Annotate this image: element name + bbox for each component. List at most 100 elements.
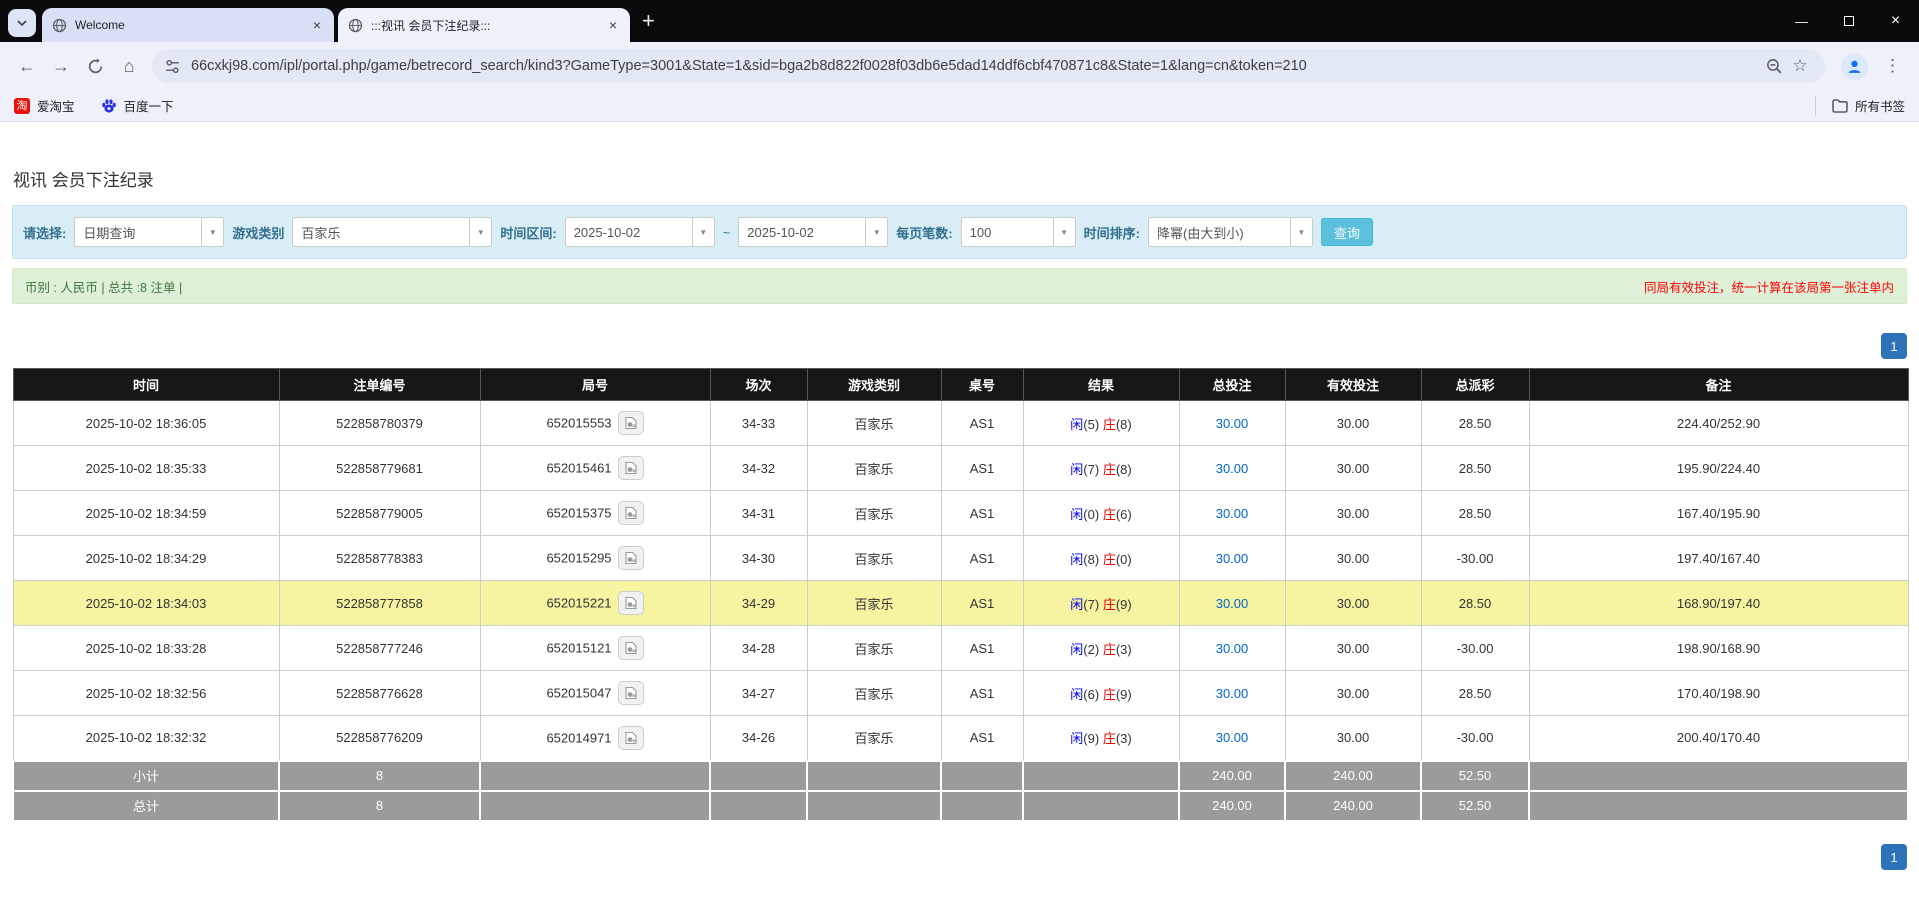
all-bookmarks-button[interactable]: 所有书签 xyxy=(1815,96,1905,116)
video-record-icon xyxy=(624,416,638,430)
sort-select[interactable]: 降幂(由大到小) ▼ xyxy=(1148,217,1313,247)
cell-game-type: 百家乐 xyxy=(807,491,941,536)
search-button[interactable]: 查询 xyxy=(1321,218,1373,246)
cell-bet-id: 522858777858 xyxy=(279,581,480,626)
tab-close-icon[interactable]: × xyxy=(308,16,326,34)
back-button[interactable]: ← xyxy=(10,49,44,83)
reload-button[interactable] xyxy=(78,49,112,83)
total-bet-link[interactable]: 30.00 xyxy=(1216,506,1249,521)
total-bet-link[interactable]: 30.00 xyxy=(1216,596,1249,611)
game-type-select[interactable]: 百家乐 ▼ xyxy=(292,217,492,247)
player-result: 闲 xyxy=(1070,552,1083,567)
tab-close-icon[interactable]: × xyxy=(604,16,622,34)
cell-total-bet[interactable]: 30.00 xyxy=(1179,536,1285,581)
bet-records-table: 时间注单编号局号场次游戏类别桌号结果总投注有效投注总派彩备注 2025-10-0… xyxy=(12,368,1909,822)
video-button[interactable] xyxy=(618,411,644,435)
bookmark-baidu[interactable]: 百度一下 xyxy=(101,96,174,115)
video-button[interactable] xyxy=(618,681,644,705)
cell-table-no: AS1 xyxy=(941,401,1023,446)
cell-note: 167.40/195.90 xyxy=(1529,491,1908,536)
round-number: 652015221 xyxy=(546,596,611,611)
cell-valid-bet: 30.00 xyxy=(1285,446,1421,491)
bookmark-star-icon[interactable]: ☆ xyxy=(1787,56,1813,76)
total-cell-5 xyxy=(941,791,1023,821)
tab-welcome[interactable]: Welcome × xyxy=(42,8,334,42)
subtotal-cell-7: 240.00 xyxy=(1179,761,1285,791)
table-row: 2025-10-02 18:34:29522858778383652015295… xyxy=(13,536,1908,581)
banker-result: 庄 xyxy=(1103,417,1116,432)
game-type-value: 百家乐 xyxy=(293,218,469,246)
cell-round: 652015221 xyxy=(480,581,710,626)
video-record-icon xyxy=(624,731,638,745)
total-bet-link[interactable]: 30.00 xyxy=(1216,641,1249,656)
cell-bet-id: 522858777246 xyxy=(279,626,480,671)
home-button[interactable]: ⌂ xyxy=(112,49,146,83)
query-type-select[interactable]: 日期查询 ▼ xyxy=(74,217,224,247)
video-button[interactable] xyxy=(618,636,644,660)
tab-betrecord[interactable]: :::视讯 会员下注纪录::: × xyxy=(338,8,630,42)
banker-result: 庄 xyxy=(1103,731,1116,746)
url-text[interactable]: 66cxkj98.com/ipl/portal.php/game/betreco… xyxy=(191,58,1751,74)
total-cell-1: 8 xyxy=(279,791,480,821)
date-to-select[interactable]: 2025-10-02 ▼ xyxy=(738,217,888,247)
cell-bet-id: 522858776209 xyxy=(279,716,480,761)
new-tab-button[interactable]: + xyxy=(642,10,655,32)
cell-total-bet[interactable]: 30.00 xyxy=(1179,626,1285,671)
pagination-page-1-top[interactable]: 1 xyxy=(1881,333,1907,359)
cell-valid-bet: 30.00 xyxy=(1285,536,1421,581)
cell-game-type: 百家乐 xyxy=(807,401,941,446)
subtotal-cell-0: 小计 xyxy=(13,761,279,791)
cell-total-bet[interactable]: 30.00 xyxy=(1179,401,1285,446)
pagination-page-1-bottom[interactable]: 1 xyxy=(1881,844,1907,870)
cell-time: 2025-10-02 18:36:05 xyxy=(13,401,279,446)
round-number: 652014971 xyxy=(546,730,611,745)
cell-round: 652014971 xyxy=(480,716,710,761)
banker-result: 庄 xyxy=(1103,597,1116,612)
bookmark-taobao[interactable]: 淘 爱淘宝 xyxy=(14,96,75,115)
video-record-icon xyxy=(624,461,638,475)
cell-total-bet[interactable]: 30.00 xyxy=(1179,581,1285,626)
bookmarks-bar: 淘 爱淘宝 百度一下 所有书签 xyxy=(0,90,1919,122)
cell-total-bet[interactable]: 30.00 xyxy=(1179,446,1285,491)
browser-menu-icon[interactable]: ⋮ xyxy=(1876,56,1909,76)
video-record-icon xyxy=(624,686,638,700)
player-result: 闲 xyxy=(1070,731,1083,746)
cell-total-bet[interactable]: 30.00 xyxy=(1179,491,1285,536)
site-settings-icon[interactable] xyxy=(164,58,181,75)
per-page-select[interactable]: 100 ▼ xyxy=(961,217,1076,247)
cell-total-bet[interactable]: 30.00 xyxy=(1179,716,1285,761)
forward-button[interactable]: → xyxy=(44,49,78,83)
total-bet-link[interactable]: 30.00 xyxy=(1216,551,1249,566)
banker-score: (8) xyxy=(1116,417,1132,432)
minimize-button[interactable]: — xyxy=(1778,0,1825,42)
column-header: 场次 xyxy=(710,369,807,401)
video-button[interactable] xyxy=(618,501,644,525)
video-button[interactable] xyxy=(618,591,644,615)
maximize-button[interactable] xyxy=(1825,0,1872,42)
zoom-out-icon[interactable] xyxy=(1761,58,1787,75)
cell-total-bet[interactable]: 30.00 xyxy=(1179,671,1285,716)
total-cell-4 xyxy=(807,791,941,821)
per-page-value: 100 xyxy=(962,218,1053,246)
total-bet-link[interactable]: 30.00 xyxy=(1216,416,1249,431)
address-bar[interactable]: 66cxkj98.com/ipl/portal.php/game/betreco… xyxy=(152,49,1825,83)
total-bet-link[interactable]: 30.00 xyxy=(1216,686,1249,701)
date-from-select[interactable]: 2025-10-02 ▼ xyxy=(565,217,715,247)
table-header-row: 时间注单编号局号场次游戏类别桌号结果总投注有效投注总派彩备注 xyxy=(13,369,1908,401)
sort-value: 降幂(由大到小) xyxy=(1149,218,1290,246)
video-record-icon xyxy=(624,641,638,655)
subtotal-cell-5 xyxy=(941,761,1023,791)
total-bet-link[interactable]: 30.00 xyxy=(1216,730,1249,745)
subtotal-cell-8: 240.00 xyxy=(1285,761,1421,791)
video-button[interactable] xyxy=(618,726,644,750)
page-title: 视讯 会员下注纪录 xyxy=(13,166,154,191)
video-button[interactable] xyxy=(618,546,644,570)
total-bet-link[interactable]: 30.00 xyxy=(1216,461,1249,476)
cell-payout: 28.50 xyxy=(1421,671,1529,716)
profile-avatar[interactable] xyxy=(1841,53,1868,80)
globe-icon xyxy=(52,18,67,33)
tab-search-button[interactable] xyxy=(8,9,36,37)
close-button[interactable]: × xyxy=(1872,0,1919,42)
cell-time: 2025-10-02 18:34:59 xyxy=(13,491,279,536)
video-button[interactable] xyxy=(618,456,644,480)
